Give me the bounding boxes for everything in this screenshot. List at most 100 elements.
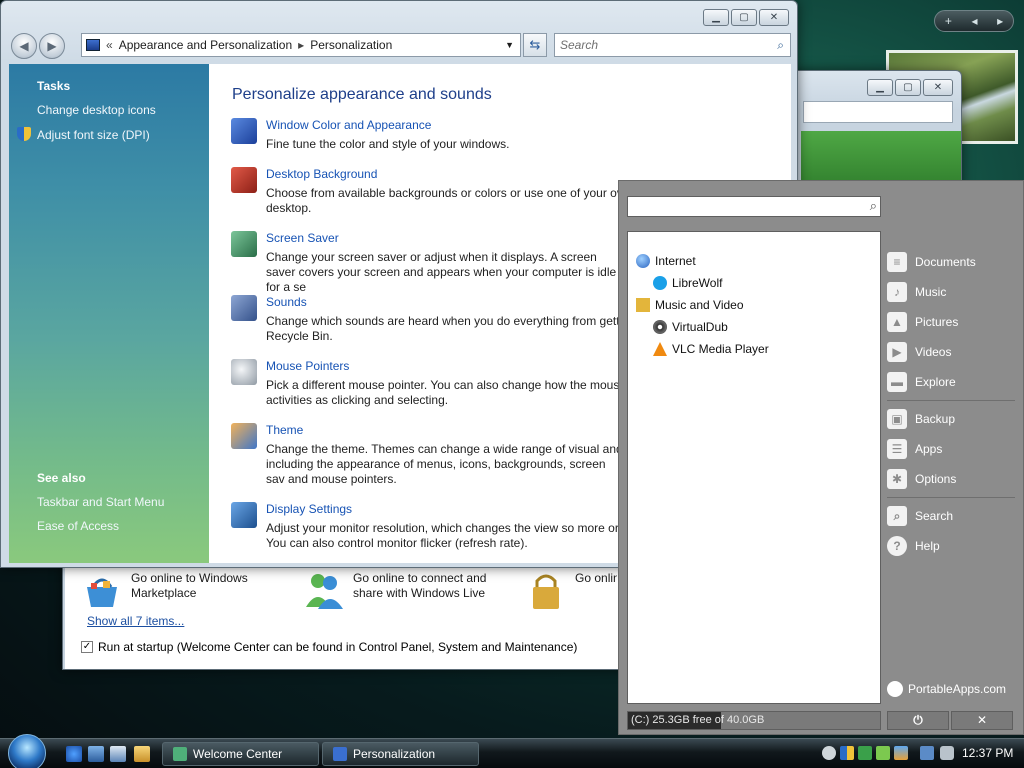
address-dropdown-icon[interactable]: ▼ <box>505 40 514 50</box>
documents-link[interactable]: ≡ Documents <box>887 247 1015 277</box>
forward-button[interactable]: ▶ <box>39 33 65 59</box>
app-vlc[interactable]: VLC Media Player <box>628 338 880 360</box>
app-librewolf[interactable]: LibreWolf <box>628 272 880 294</box>
mouse-pointers-link[interactable]: Mouse Pointers <box>266 359 349 373</box>
show-all-items-link[interactable]: Show all 7 items... <box>87 614 184 628</box>
help-item[interactable]: Go online to help <box>525 571 625 611</box>
sounds-icon <box>231 295 257 321</box>
options-link[interactable]: ✱ Options <box>887 464 1015 494</box>
taskbar-personalization[interactable]: Personalization <box>322 742 479 766</box>
taskbar-welcome-center[interactable]: Welcome Center <box>162 742 319 766</box>
close-button[interactable]: ✕ <box>759 9 789 26</box>
minimize-button[interactable]: ▁ <box>867 79 893 96</box>
pictures-icon: ▲ <box>887 312 907 332</box>
maximize-button[interactable]: ▢ <box>895 79 921 96</box>
volume-muted-icon[interactable] <box>940 746 954 760</box>
breadcrumb-appearance[interactable]: Appearance and Personalization <box>119 38 292 52</box>
search-icon[interactable]: ⌕ <box>870 198 877 214</box>
portableapps-brand[interactable]: PortableApps.com <box>887 681 1006 697</box>
internet-explorer-icon[interactable] <box>66 746 82 762</box>
disk-space-bar: (C:) 25.3GB free of 40.0GB <box>627 711 881 730</box>
window-color-link[interactable]: Window Color and Appearance <box>266 118 431 132</box>
desktop-background-desc: Choose from available backgrounds or col… <box>266 186 623 215</box>
theme-link[interactable]: Theme <box>266 423 303 437</box>
globe-icon <box>636 254 650 268</box>
theme-desc: Change the theme. Themes can change a wi… <box>266 442 623 486</box>
music-label: Music <box>915 285 947 299</box>
videos-link[interactable]: ▶ Videos <box>887 337 1015 367</box>
windows-live-text: Go online to connect and share with Wind… <box>353 571 487 600</box>
adjust-font-size-link[interactable]: Adjust font size (DPI) <box>17 127 209 142</box>
theme-icon <box>231 423 257 449</box>
windows-live-item[interactable]: Go online to connect and share with Wind… <box>303 571 513 611</box>
documents-label: Documents <box>915 255 976 269</box>
display-settings-link[interactable]: Display Settings <box>266 502 352 516</box>
tray-status-icon[interactable] <box>858 746 872 760</box>
back-button[interactable]: ◀ <box>11 33 37 59</box>
breadcrumb-personalization[interactable]: Personalization <box>310 38 392 52</box>
divider <box>887 497 1015 498</box>
minimize-button[interactable]: ▁ <box>703 9 729 26</box>
refresh-button[interactable]: ⇆ <box>523 33 547 57</box>
search-link[interactable]: ⌕ Search <box>887 501 1015 531</box>
app-tree: Internet LibreWolf Music and Video Virtu… <box>627 231 881 704</box>
taskbar-clock[interactable]: 12:37 PM <box>962 746 1013 760</box>
tasks-pane: Tasks Change desktop icons Adjust font s… <box>9 64 209 563</box>
padlock-icon <box>525 571 567 611</box>
next-gadget-button[interactable]: ▸ <box>997 14 1003 28</box>
ease-of-access-link[interactable]: Ease of Access <box>37 519 164 533</box>
search-icon[interactable]: ⌕ <box>777 34 784 56</box>
welcome-search-input[interactable] <box>803 101 953 123</box>
breadcrumb-separator-icon[interactable]: ▸ <box>298 38 304 52</box>
marketplace-text: Go online to Windows Marketplace <box>131 571 248 600</box>
close-menu-button[interactable]: ✕ <box>951 711 1013 730</box>
start-orb-icon[interactable] <box>8 734 46 768</box>
videos-icon: ▶ <box>887 342 907 362</box>
security-shield-icon[interactable] <box>840 746 854 760</box>
help-link[interactable]: ? Help <box>887 531 1015 561</box>
pictures-label: Pictures <box>915 315 959 329</box>
network-icon[interactable] <box>920 746 934 760</box>
category-music-and-video[interactable]: Music and Video <box>628 294 880 316</box>
vlc-icon <box>653 342 667 356</box>
portableapps-menu: ⌕ Internet LibreWolf Music and Video Vir… <box>618 180 1024 735</box>
portableapps-sidebar: ≡ Documents ♪ Music ▲ Pictures ▶ Videos ▬ Exp… <box>887 247 1015 561</box>
tray-app-icon[interactable] <box>894 746 908 760</box>
tray-app-icon[interactable] <box>876 746 890 760</box>
previous-gadget-button[interactable]: ◂ <box>971 14 977 28</box>
add-gadget-button[interactable]: + <box>945 14 952 28</box>
breadcrumb-overflow-icon[interactable]: « <box>106 38 113 52</box>
app-virtualdub[interactable]: VirtualDub <box>628 316 880 338</box>
portableapps-tray-icon[interactable] <box>822 746 836 760</box>
maximize-button[interactable]: ▢ <box>731 9 757 26</box>
music-icon: ♪ <box>887 282 907 302</box>
portableapps-search-input[interactable]: ⌕ <box>627 196 881 217</box>
marketplace-item[interactable]: Go online to Windows Marketplace <box>81 571 281 611</box>
windows-live-icon <box>303 571 345 611</box>
divider <box>887 400 1015 401</box>
explore-link[interactable]: ▬ Explore <box>887 367 1015 397</box>
screen-saver-link[interactable]: Screen Saver <box>266 231 339 245</box>
quicklaunch-app-icon[interactable] <box>134 746 150 762</box>
change-desktop-icons-link[interactable]: Change desktop icons <box>37 103 209 117</box>
category-internet[interactable]: Internet <box>628 250 880 272</box>
address-bar[interactable]: « Appearance and Personalization ▸ Perso… <box>81 33 521 57</box>
show-desktop-icon[interactable] <box>88 746 104 762</box>
run-at-startup[interactable]: ✓ Run at startup (Welcome Center can be … <box>81 640 577 654</box>
power-button[interactable]: ⏻ <box>887 711 949 730</box>
switch-windows-icon[interactable] <box>110 746 126 762</box>
close-button[interactable]: ✕ <box>923 79 953 96</box>
apps-link[interactable]: ☰ Apps <box>887 434 1015 464</box>
control-panel-icon <box>86 39 100 51</box>
backup-icon: ▣ <box>887 409 907 429</box>
search-input[interactable]: Search ⌕ <box>554 33 791 57</box>
taskbar-start-menu-link[interactable]: Taskbar and Start Menu <box>37 495 164 509</box>
music-link[interactable]: ♪ Music <box>887 277 1015 307</box>
desktop-background-link[interactable]: Desktop Background <box>266 167 377 181</box>
sounds-link[interactable]: Sounds <box>266 295 307 309</box>
portableapps-logo-icon <box>887 681 903 697</box>
backup-link[interactable]: ▣ Backup <box>887 404 1015 434</box>
personalization-icon <box>333 747 347 761</box>
pictures-link[interactable]: ▲ Pictures <box>887 307 1015 337</box>
run-at-startup-checkbox[interactable]: ✓ <box>81 641 93 653</box>
